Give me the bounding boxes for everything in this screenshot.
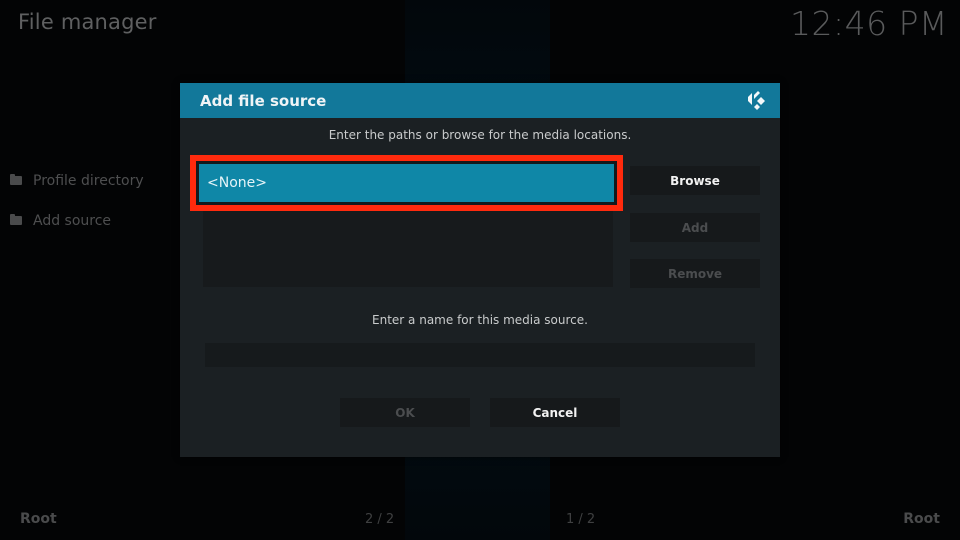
folder-icon bbox=[10, 173, 22, 185]
footer-root-right: Root bbox=[903, 511, 940, 527]
folder-icon bbox=[10, 213, 22, 225]
list-item-label: Add source bbox=[33, 213, 112, 229]
footer-root-left: Root bbox=[20, 511, 57, 527]
browse-button[interactable]: Browse bbox=[630, 166, 760, 195]
add-file-source-dialog: Add file source Enter the paths or brows… bbox=[180, 83, 780, 457]
list-item-profile-directory[interactable]: Profile directory bbox=[10, 170, 144, 192]
footer-page-left: 2 / 2 bbox=[365, 512, 395, 527]
source-name-input[interactable] bbox=[205, 343, 755, 367]
source-list: Profile directory Add source bbox=[10, 170, 144, 250]
name-instruction: Enter a name for this media source. bbox=[372, 313, 588, 327]
path-item-none[interactable]: <None> bbox=[196, 161, 617, 205]
path-item-label: <None> bbox=[207, 175, 267, 191]
footer-page-right: 1 / 2 bbox=[566, 512, 596, 527]
path-instruction: Enter the paths or browse for the media … bbox=[328, 128, 632, 142]
list-item-add-source[interactable]: Add source bbox=[10, 210, 144, 232]
kodi-logo-icon bbox=[744, 88, 770, 114]
ok-button[interactable]: OK bbox=[340, 398, 470, 427]
dialog-header: Add file source bbox=[180, 83, 780, 118]
remove-button[interactable]: Remove bbox=[630, 259, 760, 288]
add-button[interactable]: Add bbox=[630, 213, 760, 242]
dialog-title: Add file source bbox=[200, 91, 327, 110]
page-title: File manager bbox=[18, 10, 157, 34]
cancel-button[interactable]: Cancel bbox=[490, 398, 620, 427]
list-item-label: Profile directory bbox=[33, 173, 144, 189]
clock: 12:46 PM bbox=[790, 4, 948, 43]
